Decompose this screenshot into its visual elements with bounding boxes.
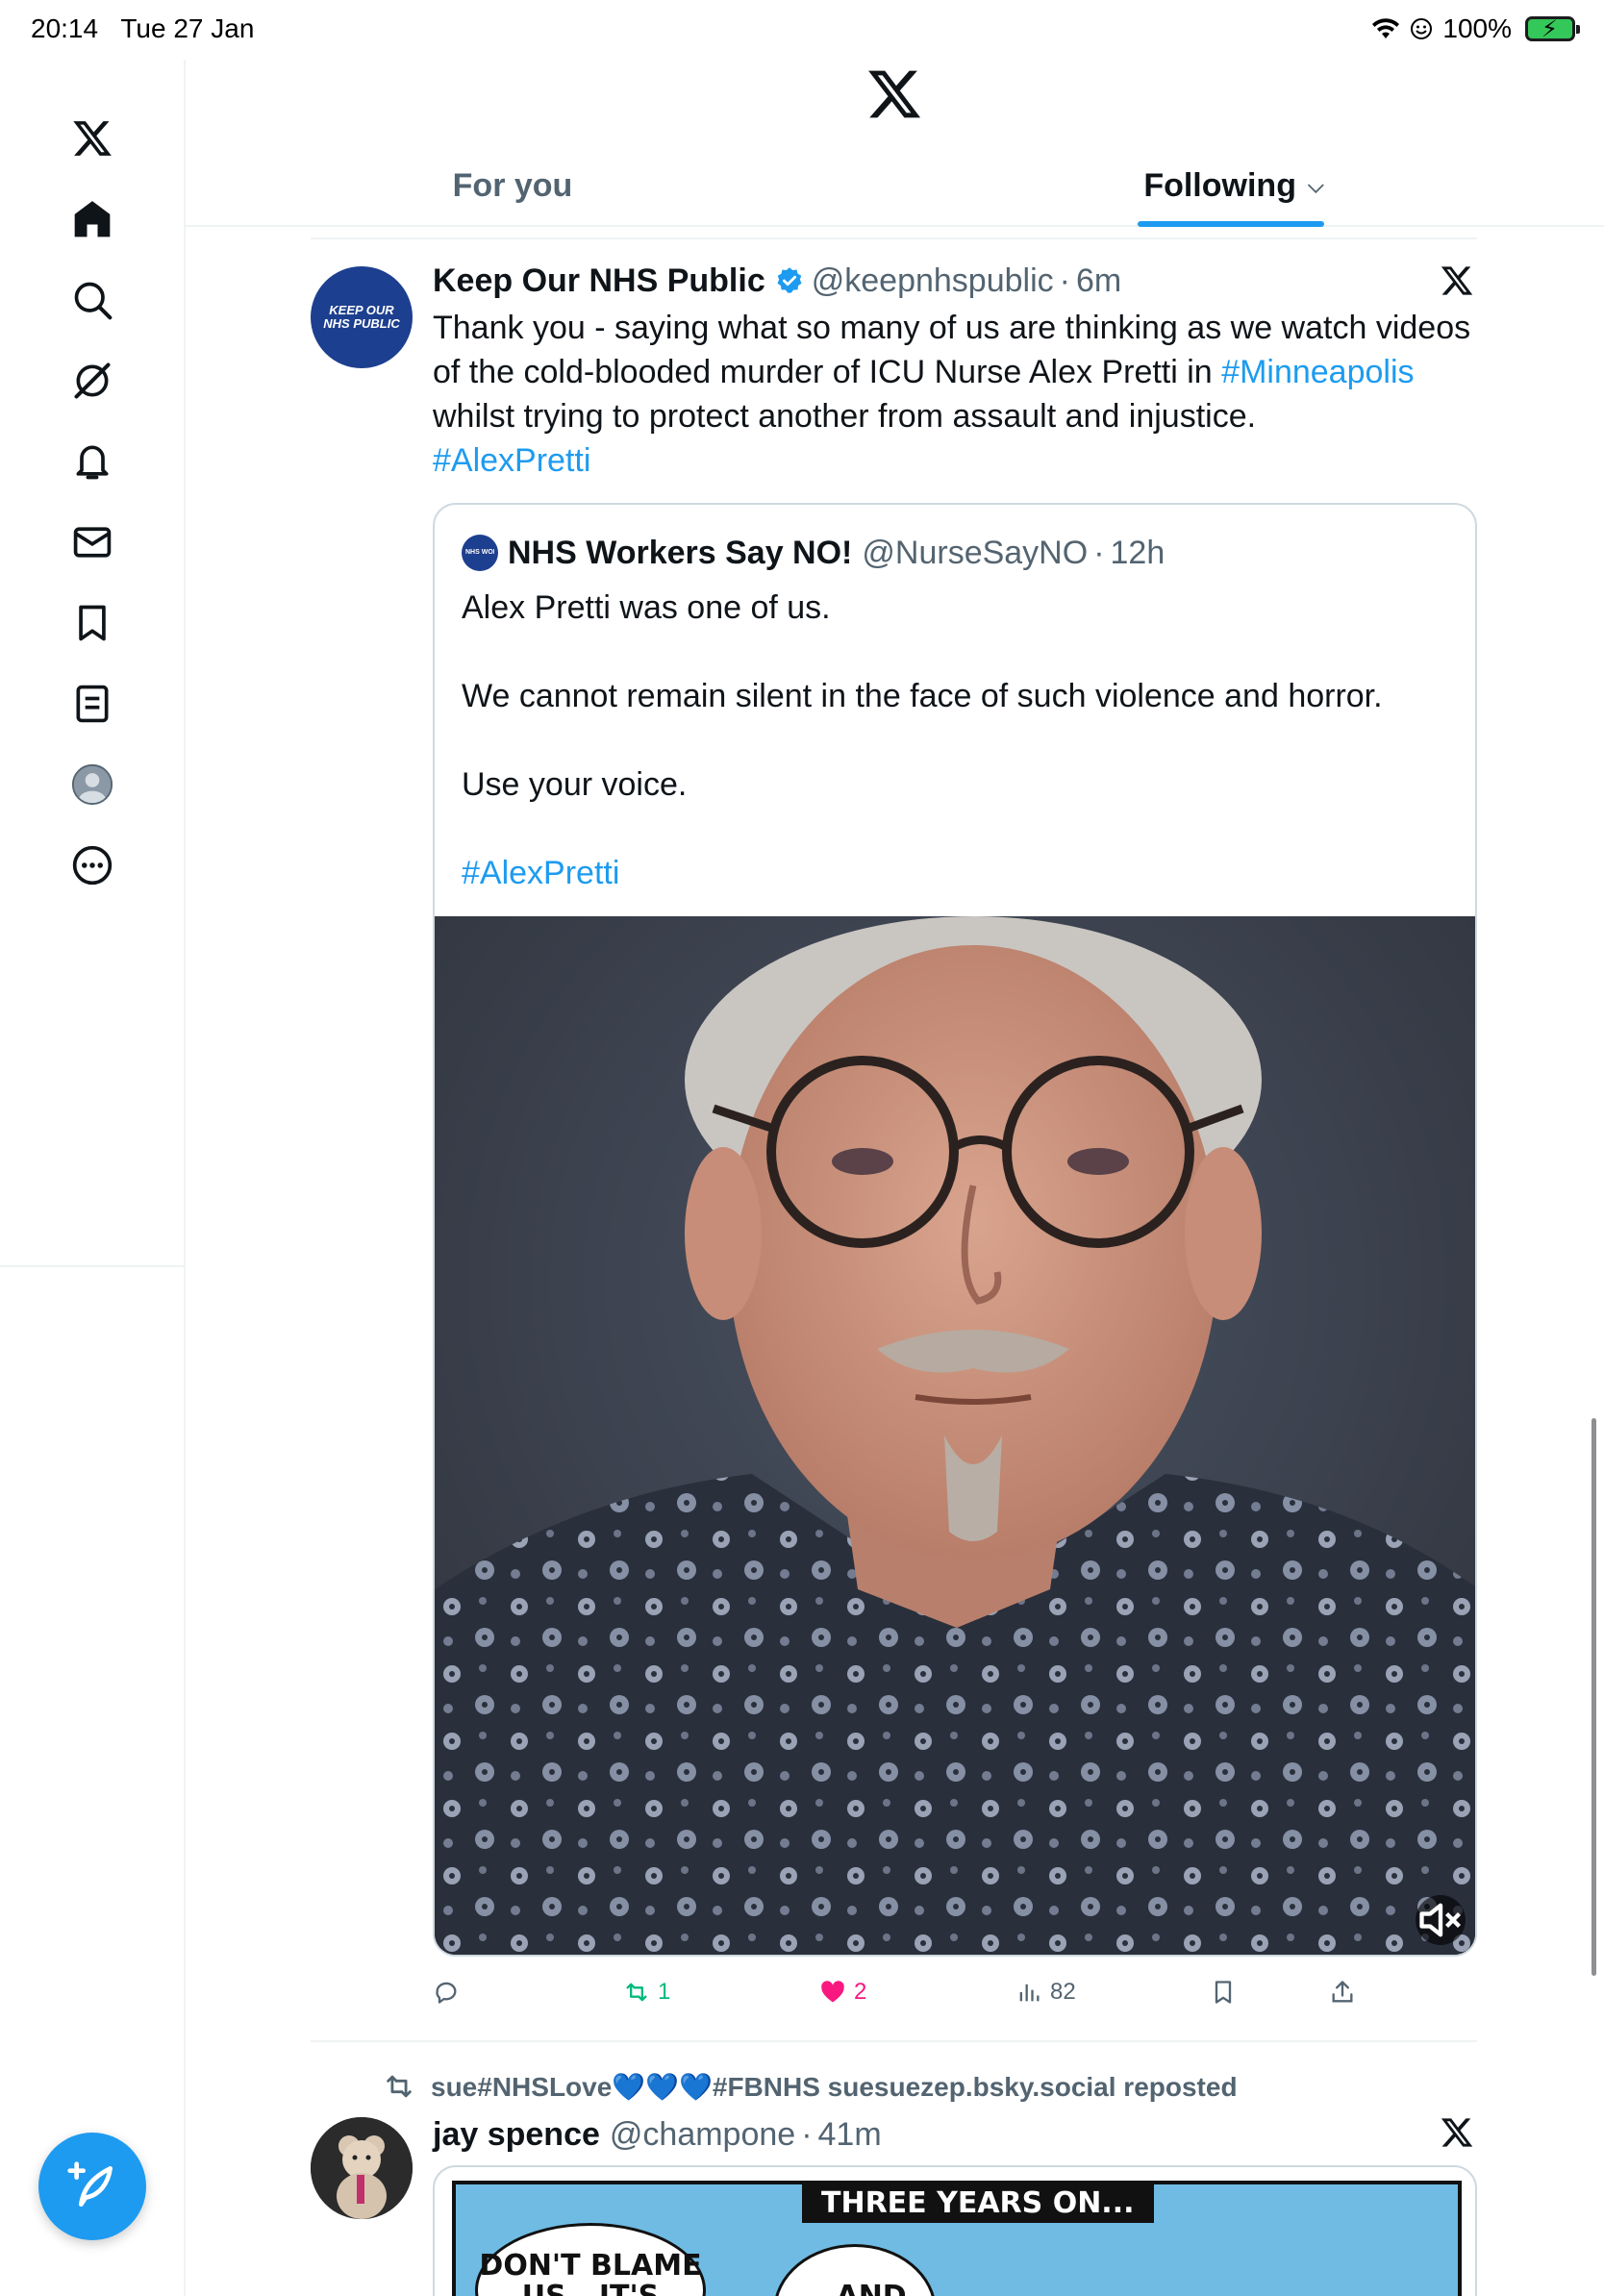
- tweet-text: Thank you - saying what so many of us ar…: [433, 306, 1481, 483]
- bookmark-icon[interactable]: [63, 594, 121, 652]
- avatar[interactable]: KEEP OUR NHS PUBLIC: [311, 266, 413, 368]
- tweet-time[interactable]: 41m: [818, 2116, 882, 2154]
- like-button[interactable]: 2: [819, 1973, 866, 2011]
- retweet-count: 1: [658, 1979, 671, 2005]
- author-name[interactable]: Keep Our NHS Public: [433, 262, 765, 300]
- separator-dot: ·: [1059, 262, 1070, 299]
- bell-icon[interactable]: [63, 433, 121, 490]
- separator-dot: ·: [1093, 534, 1105, 571]
- quote-avatar[interactable]: NHS WORKERS SAY NO: [462, 535, 498, 571]
- tweet-text-line: of the cold-blooded murder of ICU Nurse …: [433, 350, 1481, 394]
- avatar[interactable]: [311, 2117, 413, 2219]
- retweet-button[interactable]: 1: [623, 1973, 670, 2011]
- quote-text: Alex Pretti was one of us. We cannot rem…: [462, 586, 1452, 895]
- quote-header: NHS WORKERS SAY NO NHS Workers Say NO! @…: [462, 532, 1165, 574]
- video-player[interactable]: [435, 916, 1475, 1955]
- quote-author-name[interactable]: NHS Workers Say NO!: [508, 535, 852, 572]
- video-frame-image: [435, 916, 1475, 1955]
- status-indicators: 100% ⚡: [1371, 13, 1580, 44]
- separator-dot: ·: [801, 2115, 813, 2153]
- x-logo-icon: [1441, 2118, 1473, 2147]
- focus-smiley-icon: [1411, 18, 1433, 39]
- author-name[interactable]: jay spence: [433, 2116, 600, 2154]
- tweet-text-line: Thank you - saying what so many of us ar…: [433, 310, 1471, 346]
- home-icon[interactable]: [63, 190, 121, 248]
- quote-time[interactable]: 12h: [1111, 535, 1165, 572]
- search-icon[interactable]: [63, 271, 121, 329]
- divider: [311, 237, 1477, 239]
- repost-indicator[interactable]: sue#NHSLove💙💙💙#FBNHS suesuezep.bsky.soci…: [383, 2067, 1238, 2106]
- battery-percent: 100%: [1442, 13, 1512, 43]
- tweet-text-segment: of the cold-blooded murder of ICU Nurse …: [433, 354, 1222, 390]
- battery-icon: ⚡: [1525, 16, 1580, 42]
- active-tab-indicator: [1138, 221, 1324, 227]
- speech-bubble: DON'T BLAME US...IT'S: [475, 2223, 706, 2296]
- grok-icon[interactable]: [63, 352, 121, 410]
- compose-feather-icon: [67, 2161, 113, 2207]
- quote-tweet[interactable]: NHS WORKERS SAY NO NHS Workers Say NO! @…: [433, 503, 1477, 1957]
- retweet-icon: [387, 2075, 412, 2098]
- tweet-time[interactable]: 6m: [1076, 262, 1121, 300]
- avatar-text-line2: NHS PUBLIC: [323, 316, 400, 331]
- share-button[interactable]: [1329, 1973, 1364, 2011]
- author-handle[interactable]: @champone: [610, 2116, 795, 2154]
- tab-following-label: Following: [1143, 166, 1296, 204]
- verified-badge-icon: [777, 267, 802, 293]
- reply-button[interactable]: [433, 1973, 467, 2011]
- tab-for-you-label: For you: [452, 166, 573, 204]
- wifi-icon: [1372, 18, 1400, 38]
- tweet-text-line: whilst trying to protect another from as…: [433, 398, 1257, 435]
- hashtag-link[interactable]: #Minneapolis: [1221, 354, 1414, 390]
- divider: [311, 2040, 1477, 2042]
- quote-paragraph: Use your voice.: [462, 766, 688, 803]
- status-date: Tue 27 Jan: [120, 13, 255, 43]
- views-icon: [1019, 1984, 1040, 2002]
- hashtag-link[interactable]: #AlexPretti: [462, 851, 1452, 895]
- tab-following[interactable]: Following ⌵: [1128, 144, 1340, 227]
- speaker-muted-icon: [1419, 1903, 1462, 1937]
- status-time: 20:14: [31, 13, 99, 43]
- compose-button[interactable]: [38, 2133, 146, 2240]
- tweet-media-image[interactable]: THREE YEARS ON... DON'T BLAME US...IT'S …: [433, 2165, 1477, 2296]
- comic-banner: THREE YEARS ON...: [802, 2184, 1154, 2223]
- share-icon: [1332, 1981, 1353, 2003]
- author-handle[interactable]: @keepnhspublic: [812, 262, 1054, 300]
- teddy-bear-avatar-image: [311, 2117, 413, 2219]
- bookmark-icon: [1215, 1981, 1232, 2004]
- x-logo-icon[interactable]: [63, 110, 121, 167]
- timeline-tabs: For you Following ⌵: [186, 144, 1604, 227]
- profile-avatar-icon[interactable]: [63, 756, 121, 813]
- mute-button[interactable]: [1416, 1895, 1466, 1945]
- scrollbar[interactable]: [1591, 1418, 1596, 1976]
- hashtag-link[interactable]: #AlexPretti: [433, 438, 1481, 483]
- status-time-date: 20:14 Tue 27 Jan: [31, 13, 269, 44]
- mail-icon[interactable]: [63, 513, 121, 571]
- tweet-header: Keep Our NHS Public @keepnhspublic · 6m: [433, 260, 1121, 302]
- more-icon[interactable]: [63, 836, 121, 894]
- tweet-actions: 1 2 82: [433, 1973, 1477, 2011]
- quote-paragraph: We cannot remain silent in the face of s…: [462, 678, 1383, 714]
- bookmark-button[interactable]: [1210, 1973, 1244, 2011]
- views-count: 82: [1050, 1979, 1076, 2005]
- tweet-header: jay spence @champone · 41m: [433, 2113, 882, 2156]
- speech-bubble: ...AND: [773, 2244, 937, 2296]
- quote-avatar-text: NHS WORKERS SAY NO: [465, 549, 494, 556]
- quote-author-handle[interactable]: @NurseSayNO: [862, 535, 1088, 572]
- chevron-down-icon[interactable]: ⌵: [1308, 173, 1324, 198]
- retweet-icon: [626, 1983, 647, 2002]
- sidebar-nav: [0, 60, 186, 1267]
- heart-icon: [821, 1981, 844, 2003]
- x-logo-icon: [1441, 266, 1473, 295]
- x-header-logo-icon[interactable]: [865, 65, 923, 123]
- views-button[interactable]: 82: [1015, 1973, 1076, 2011]
- quote-paragraph: Alex Pretti was one of us.: [462, 589, 831, 626]
- avatar-text-line1: KEEP OUR: [329, 303, 394, 317]
- lists-icon[interactable]: [63, 675, 121, 733]
- like-count: 2: [854, 1979, 867, 2005]
- status-bar: 20:14 Tue 27 Jan 100% ⚡: [0, 0, 1604, 60]
- repost-text: sue#NHSLove💙💙💙#FBNHS suesuezep.bsky.soci…: [431, 2071, 1238, 2102]
- reply-icon: [436, 1982, 457, 2004]
- tab-for-you[interactable]: For you: [416, 144, 609, 227]
- comic-image: THREE YEARS ON... DON'T BLAME US...IT'S …: [452, 2181, 1462, 2296]
